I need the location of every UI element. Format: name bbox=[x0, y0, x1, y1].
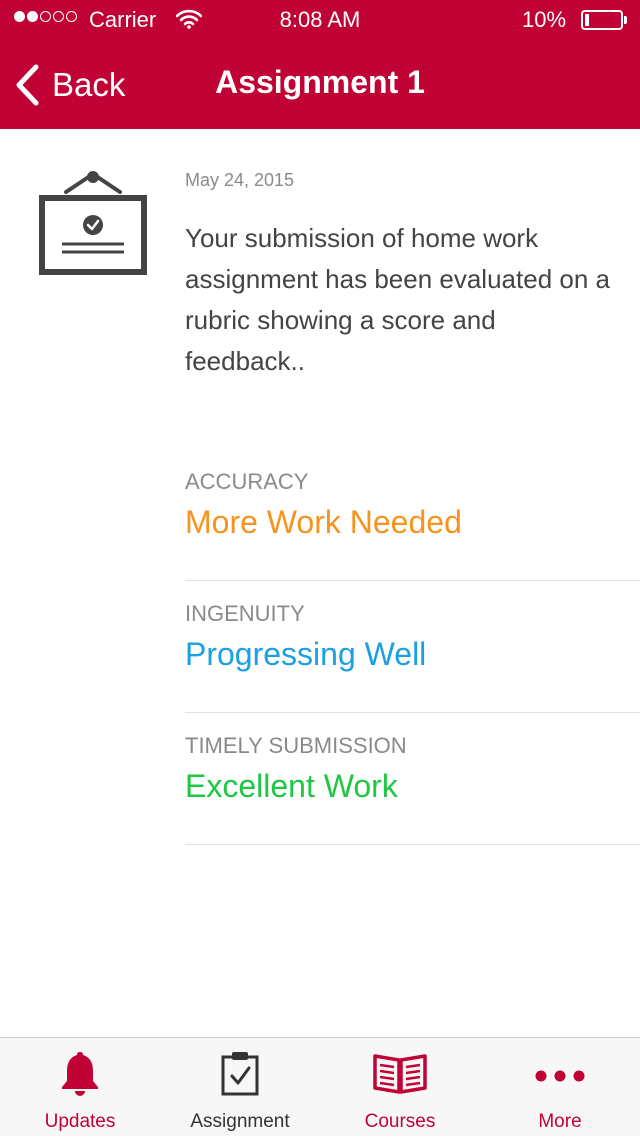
more-dots-icon bbox=[535, 1070, 585, 1082]
tab-label: Courses bbox=[364, 1111, 436, 1132]
criterion-label: TIMELY SUBMISSION bbox=[185, 733, 407, 758]
notification-date: May 24, 2015 bbox=[185, 170, 295, 190]
tab-assignment[interactable]: Assignment bbox=[160, 1038, 320, 1137]
bell-icon bbox=[62, 1052, 98, 1096]
rubric-list: ACCURACY More Work Needed INGENUITY Prog… bbox=[185, 449, 640, 845]
tab-bar: Updates Assignment Courses More bbox=[0, 1037, 640, 1136]
notification-message: Your submission of home work assignment … bbox=[185, 223, 610, 376]
page-title: Assignment 1 bbox=[215, 64, 425, 100]
status-bar: Carrier 8:08 AM 10% bbox=[0, 0, 640, 40]
battery-tip bbox=[624, 16, 627, 24]
score-value: Progressing Well bbox=[185, 636, 427, 672]
clipboard-check-icon bbox=[221, 1052, 259, 1096]
rubric-item-ingenuity: INGENUITY Progressing Well bbox=[185, 581, 640, 713]
tab-more[interactable]: More bbox=[480, 1038, 640, 1137]
battery-icon bbox=[581, 10, 623, 30]
score-value: Excellent Work bbox=[185, 768, 398, 804]
criterion-label: INGENUITY bbox=[185, 601, 305, 626]
tab-label: Assignment bbox=[190, 1111, 290, 1132]
rubric-item-accuracy: ACCURACY More Work Needed bbox=[185, 449, 640, 581]
assignment-board-icon bbox=[38, 168, 148, 283]
header: Carrier 8:08 AM 10% Back Assignment 1 bbox=[0, 0, 640, 129]
score-value: More Work Needed bbox=[185, 504, 462, 540]
criterion-label: ACCURACY bbox=[185, 469, 309, 494]
battery-percentage: 10% bbox=[522, 7, 567, 32]
tab-updates[interactable]: Updates bbox=[0, 1038, 160, 1137]
tab-courses[interactable]: Courses bbox=[320, 1038, 480, 1137]
tab-label: Updates bbox=[44, 1111, 116, 1132]
open-book-icon bbox=[373, 1054, 427, 1094]
rubric-item-timely-submission: TIMELY SUBMISSION Excellent Work bbox=[185, 713, 640, 845]
tab-label: More bbox=[538, 1111, 582, 1132]
